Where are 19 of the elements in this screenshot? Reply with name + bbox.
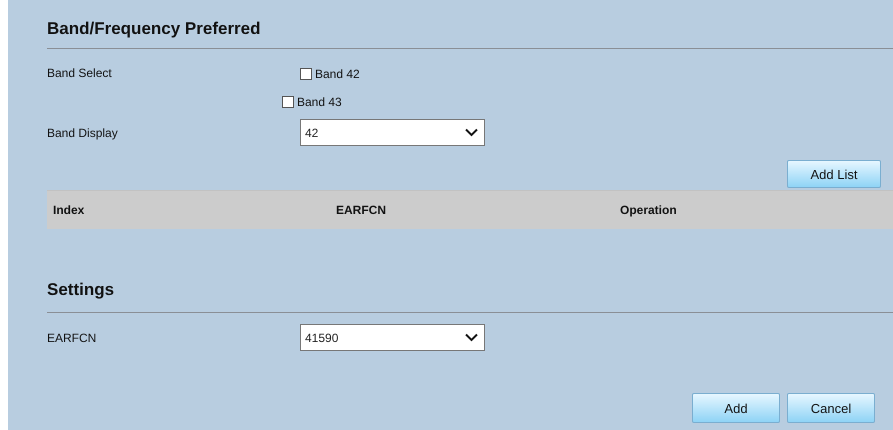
action-button[interactable]: Cancel [787,393,875,423]
chevron-down-icon [465,128,478,137]
chevron-down-icon [465,333,478,342]
field-label: EARFCN [47,330,98,344]
checkbox-label: Band 43 [297,95,342,109]
dropdown-field[interactable]: 42 [300,119,485,146]
action-button[interactable]: Add [692,393,780,423]
field-label: Band Display [47,126,119,140]
checkbox[interactable] [282,96,294,108]
section-title: Band/Frequency Preferred [47,18,262,40]
column-header: EARFCN [336,203,387,217]
checkbox[interactable] [300,68,312,80]
checkbox-label: Band 42 [315,67,360,81]
column-header: Operation [620,203,677,217]
dropdown-field[interactable]: 41590 [300,324,485,351]
field-label: Band Select [47,66,113,80]
column-header: Index [52,203,86,217]
section-title: Settings [47,279,116,301]
add-list-button[interactable]: Add List [787,160,881,188]
